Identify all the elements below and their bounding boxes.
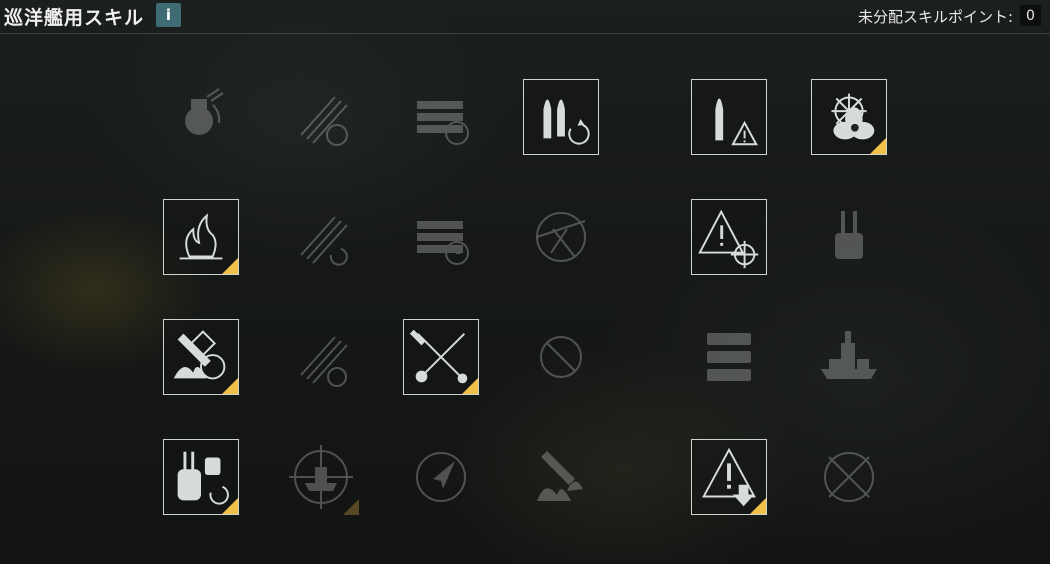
upgrade-marker <box>343 499 359 515</box>
prohibited-icon <box>523 319 599 395</box>
torpedo-reload-icon <box>283 199 359 275</box>
aa-turret-icon <box>811 199 887 275</box>
upgrade-marker <box>222 258 238 274</box>
shell-warning-icon <box>692 80 766 154</box>
skill-slot[interactable] <box>283 439 359 515</box>
skill-slot[interactable] <box>523 439 599 515</box>
skill-slot[interactable] <box>403 319 479 395</box>
page-title: 巡洋艦用スキル <box>4 7 145 29</box>
skill-points-value: 0 <box>1020 5 1041 26</box>
skill-slot[interactable] <box>523 79 599 155</box>
ammo-rack-reload-icon <box>403 79 479 155</box>
ammo-rack-timer-icon <box>403 199 479 275</box>
skill-points-label: 未分配スキルポイント: <box>857 8 1013 26</box>
torpedo-armament-icon <box>283 319 359 395</box>
skill-slot[interactable] <box>163 199 239 275</box>
skill-slot[interactable] <box>163 79 239 155</box>
skill-slot[interactable] <box>691 319 767 395</box>
upgrade-marker <box>222 498 238 514</box>
header-bar: 巡洋艦用スキル i 未分配スキルポイント: 0 <box>0 0 1050 34</box>
fire-shell-icon <box>523 439 599 515</box>
aircraft-target-icon <box>523 199 599 275</box>
battleship-icon <box>811 319 887 395</box>
info-button[interactable]: i <box>156 3 181 27</box>
upgrade-marker <box>462 378 478 394</box>
shell-reload-icon <box>524 80 598 154</box>
upgrade-marker <box>222 378 238 394</box>
crossed-tools-circle-icon <box>811 439 887 515</box>
skill-slot[interactable] <box>403 439 479 515</box>
skill-slot[interactable] <box>811 319 887 395</box>
compass-arrow-icon <box>403 439 479 515</box>
skill-slot[interactable] <box>163 319 239 395</box>
upgrade-marker <box>750 498 766 514</box>
skill-slot[interactable] <box>283 79 359 155</box>
skill-slot[interactable] <box>811 79 887 155</box>
upgrade-marker <box>870 138 886 154</box>
skill-slot[interactable] <box>283 319 359 395</box>
skill-slot[interactable] <box>403 199 479 275</box>
turret-rotation-icon <box>163 79 239 155</box>
skill-slot[interactable] <box>163 439 239 515</box>
skill-slot[interactable] <box>691 439 767 515</box>
skill-slot[interactable] <box>691 199 767 275</box>
skill-slot[interactable] <box>283 199 359 275</box>
skill-slot[interactable] <box>811 439 887 515</box>
warning-crosshair-icon <box>692 200 766 274</box>
skill-slot[interactable] <box>403 79 479 155</box>
skill-slot[interactable] <box>691 79 767 155</box>
ammo-stack-icon <box>691 319 767 395</box>
skill-slot[interactable] <box>523 319 599 395</box>
skill-slot[interactable] <box>811 199 887 275</box>
skill-slot[interactable] <box>523 199 599 275</box>
torpedo-speed-icon <box>283 79 359 155</box>
